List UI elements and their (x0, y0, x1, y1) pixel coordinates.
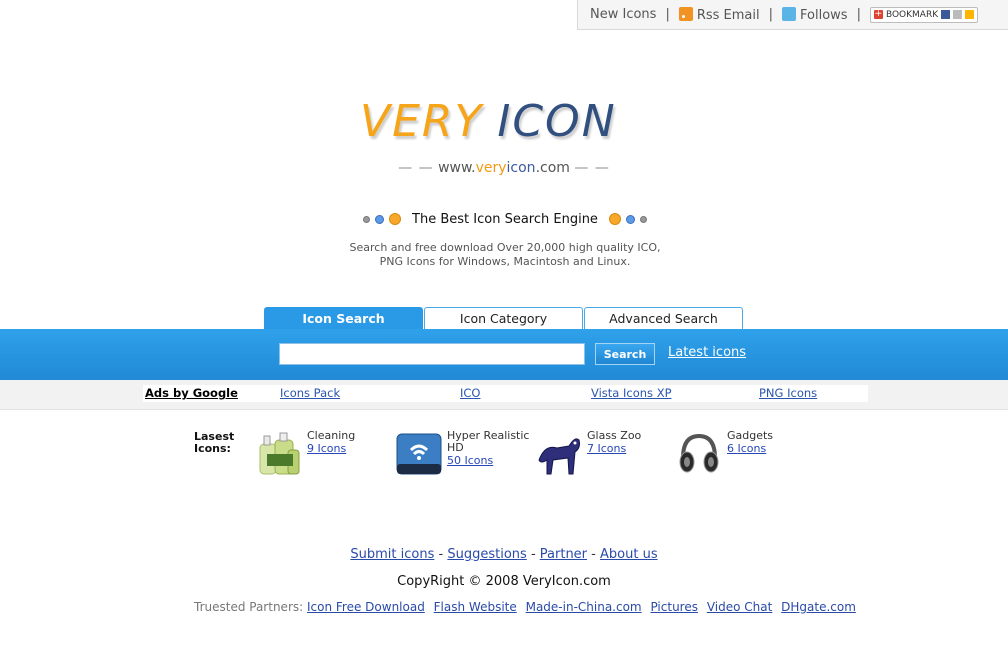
share-service-icon (953, 10, 963, 19)
decor-dot (363, 215, 371, 223)
url-dash-left: — — (398, 160, 434, 176)
footer-separator: - (438, 547, 444, 562)
url-dash-right: — — (574, 160, 610, 176)
partner-link-video-chat[interactable]: Video Chat (707, 600, 772, 614)
logo-word-very: VERY (360, 96, 484, 147)
icon-set-name: Hyper Realistic HD (447, 429, 530, 454)
partner-link-dhgate[interactable]: DHgate.com (781, 600, 856, 614)
url-suffix: .com (535, 160, 570, 176)
latest-icon-item[interactable]: Gadgets 6 Icons (675, 430, 815, 482)
search-band: Search Latest icons (0, 329, 1008, 380)
latest-icons-label: Lasest Icons: (194, 431, 234, 455)
site-url: — — www.veryicon.com — — (398, 160, 610, 176)
url-icon: icon (506, 160, 536, 176)
latest-icons-link[interactable]: Latest icons (668, 345, 746, 360)
follows-link[interactable]: Follows (782, 6, 848, 23)
site-description: Search and free download Over 20,000 hig… (349, 241, 661, 268)
plus-icon: + (873, 9, 883, 19)
icon-set-name: Cleaning (307, 429, 356, 442)
latest-label-line2: Icons: (194, 442, 231, 455)
site-logo[interactable]: VERY ICON (360, 96, 660, 147)
search-button[interactable]: Search (595, 343, 655, 365)
ad-link-icons-pack[interactable]: Icons Pack (280, 385, 340, 402)
latest-icon-item[interactable]: Cleaning 9 Icons (255, 430, 395, 482)
tab-advanced-search[interactable]: Advanced Search (584, 307, 743, 329)
icon-set-count[interactable]: 6 Icons (727, 442, 766, 455)
ads-by-google-link[interactable]: Ads by Google (145, 385, 238, 402)
tab-icon-category[interactable]: Icon Category (424, 307, 583, 329)
partner-link-pictures[interactable]: Pictures (650, 600, 698, 614)
latest-icon-item[interactable]: Glass Zoo 7 Icons (535, 430, 675, 482)
bookmark-button[interactable]: + BOOKMARK (869, 6, 979, 23)
search-input[interactable] (279, 343, 585, 365)
submit-icons-link[interactable]: Submit icons (350, 547, 434, 562)
partner-link-flash-website[interactable]: Flash Website (434, 600, 517, 614)
top-bar: New Icons | Rss Email | Follows | + BOOK… (577, 0, 1008, 30)
decor-dot (639, 215, 647, 223)
tagline: The Best Icon Search Engine (360, 209, 650, 229)
partner-link-made-in-china[interactable]: Made-in-China.com (526, 600, 642, 614)
decor-dot (625, 214, 635, 224)
ad-link-png-icons[interactable]: PNG Icons (759, 385, 817, 402)
tab-icon-search[interactable]: Icon Search (264, 307, 423, 329)
icon-set-count[interactable]: 7 Icons (587, 442, 626, 455)
about-us-link[interactable]: About us (600, 547, 658, 562)
icon-set-count[interactable]: 50 Icons (447, 454, 493, 467)
suggestions-link[interactable]: Suggestions (447, 547, 526, 562)
separator: | (665, 7, 670, 22)
cleaning-bottles-icon (259, 432, 300, 475)
icon-set-count[interactable]: 9 Icons (307, 442, 346, 455)
new-icons-link[interactable]: New Icons (590, 7, 656, 22)
ads-band: Ads by Google Icons Pack ICO Vista Icons… (0, 380, 1008, 410)
share-service-icon (965, 10, 975, 19)
footer-separator: - (530, 547, 536, 562)
decor-dot (608, 213, 621, 225)
glass-cat-icon (538, 438, 580, 475)
twitter-icon (782, 6, 796, 21)
ad-link-ico[interactable]: ICO (460, 385, 480, 402)
tagline-text: The Best Icon Search Engine (412, 211, 598, 227)
decor-dot (389, 213, 402, 225)
follows-label: Follows (800, 7, 848, 23)
url-very: very (475, 160, 507, 176)
hard-drive-icon (396, 433, 442, 475)
rss-email-link[interactable]: Rss Email (678, 6, 760, 23)
icon-set-name: Gadgets (727, 429, 774, 442)
latest-icon-item[interactable]: Hyper Realistic HD 50 Icons (395, 430, 535, 482)
url-prefix: www. (438, 160, 476, 176)
rss-email-label: Rss Email (696, 7, 760, 23)
partner-link[interactable]: Partner (540, 547, 587, 562)
copyright: CopyRight © 2008 VeryIcon.com (397, 574, 611, 589)
icon-set-name: Glass Zoo (587, 429, 642, 442)
footer-links: Submit icons - Suggestions - Partner - A… (0, 547, 1008, 562)
separator: | (768, 7, 773, 22)
bookmark-label: BOOKMARK (885, 9, 939, 20)
logo-word-icon: ICON (497, 96, 617, 147)
headphones-icon (679, 433, 719, 473)
trusted-partners: Truested Partners: Icon Free Download Fl… (194, 600, 861, 614)
decor-dot (375, 214, 385, 224)
ads-bar: Ads by Google Icons Pack ICO Vista Icons… (143, 385, 868, 402)
share-service-icon (941, 10, 951, 19)
search-tabs: Icon Search Icon Category Advanced Searc… (264, 307, 744, 329)
separator: | (856, 7, 861, 22)
rss-icon (678, 6, 693, 21)
ad-link-vista-icons-xp[interactable]: Vista Icons XP (591, 385, 672, 402)
partner-link-icon-free-download[interactable]: Icon Free Download (307, 600, 425, 614)
footer-separator: - (591, 547, 596, 562)
partners-label: Truested Partners: (194, 600, 304, 614)
